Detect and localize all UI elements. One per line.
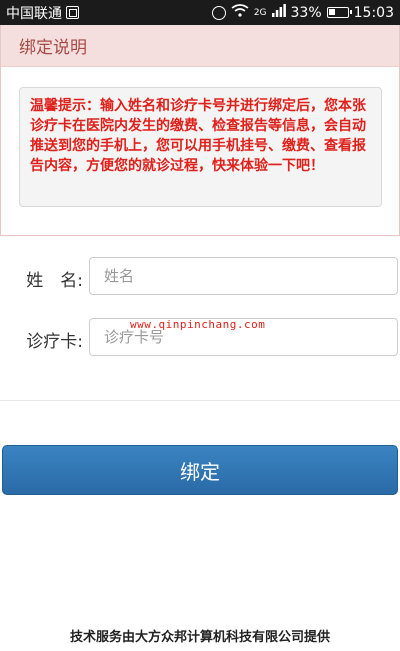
signal-icon — [271, 4, 286, 21]
battery-percent: 33% — [290, 4, 322, 21]
carrier-name: 中国联通 — [6, 5, 62, 22]
status-bar: 中国联通 2G 33% 15:03 — [0, 0, 400, 25]
status-right: 2G 33% 15:03 — [211, 4, 394, 21]
notice-text: 温馨提示：输入姓名和诊疗卡号并进行绑定后，您本张诊疗卡在医院内发生的缴费、检查报… — [19, 87, 382, 207]
card-label: 诊疗卡: — [26, 332, 83, 352]
carrier-group: 中国联通 — [6, 3, 79, 23]
clock: 15:03 — [353, 4, 394, 21]
sim-icon — [66, 6, 79, 19]
panel-title: 绑定说明 — [1, 25, 399, 67]
binding-info-panel: 绑定说明 温馨提示：输入姓名和诊疗卡号并进行绑定后，您本张诊疗卡在医院内发生的缴… — [0, 25, 400, 236]
name-input[interactable] — [89, 257, 398, 295]
name-label: 姓 名: — [26, 271, 83, 291]
alarm-icon — [211, 5, 226, 20]
watermark: www.qinpinchang.com — [130, 318, 266, 331]
network-type: 2G — [253, 7, 267, 18]
name-row: 姓 名: — [0, 257, 400, 297]
divider — [0, 400, 400, 401]
bind-button[interactable]: 绑定 — [2, 445, 398, 495]
footer-credit: 技术服务由大方众邦计算机科技有限公司提供 — [69, 630, 330, 645]
wifi-icon — [231, 4, 249, 21]
battery-icon — [326, 7, 352, 18]
